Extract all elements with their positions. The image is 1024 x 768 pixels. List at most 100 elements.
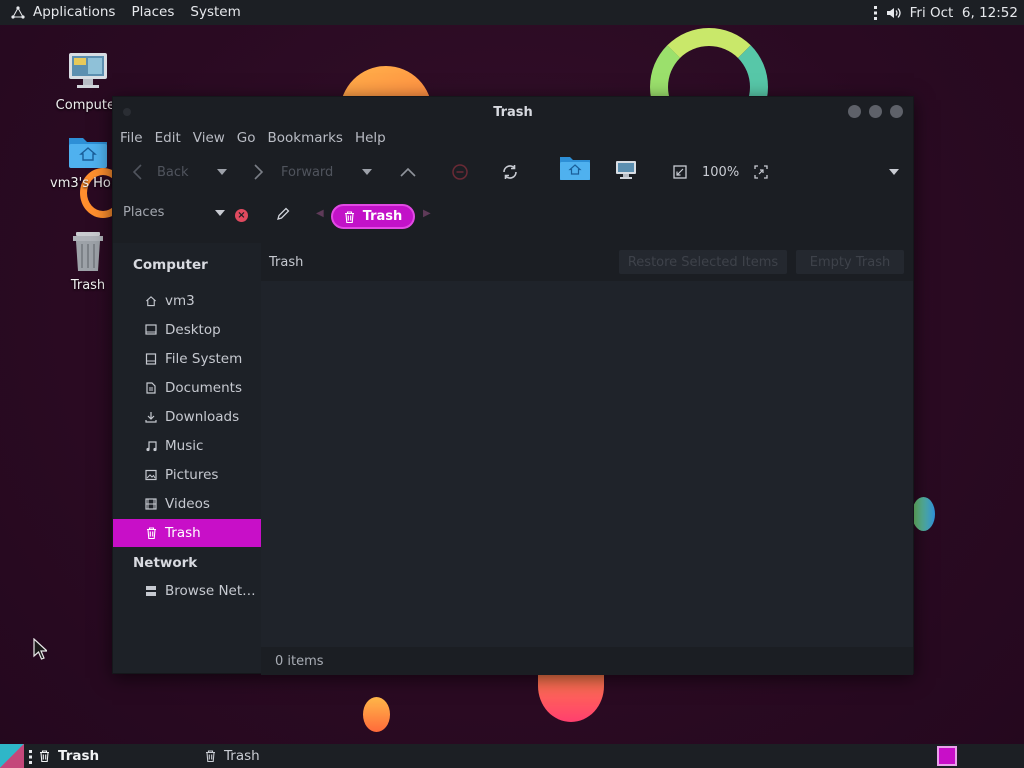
sidebar-item-videos[interactable]: Videos xyxy=(113,490,261,518)
menu-help[interactable]: Help xyxy=(349,130,392,146)
window-title: Trash xyxy=(493,104,533,120)
system-tray: Fri Oct 6, 12:52 xyxy=(873,0,1018,25)
stop-button[interactable] xyxy=(451,161,469,183)
empty-trash-button[interactable]: Empty Trash xyxy=(796,250,904,274)
minimize-button[interactable] xyxy=(848,105,861,118)
zoom-level[interactable]: 100% xyxy=(702,161,739,183)
file-view[interactable] xyxy=(261,281,913,647)
crumb-scroll-left[interactable]: ◀ xyxy=(316,208,324,219)
app-launcher-icon xyxy=(10,5,26,21)
clock[interactable]: Fri Oct 6, 12:52 xyxy=(910,5,1018,21)
menu-file[interactable]: File xyxy=(114,130,149,146)
volume-icon[interactable] xyxy=(886,5,902,21)
system-menu[interactable]: System xyxy=(182,0,248,25)
sidebar-item-label: Downloads xyxy=(165,409,240,425)
trash-icon xyxy=(145,527,157,539)
titlebar[interactable]: Trash xyxy=(113,97,913,127)
home-button[interactable] xyxy=(559,157,591,180)
forward-history-dropdown[interactable] xyxy=(361,161,373,183)
task-label: Trash xyxy=(224,748,260,764)
back-history-dropdown[interactable] xyxy=(216,161,228,183)
up-button[interactable] xyxy=(399,161,417,183)
toolbar: Back Forward 100% xyxy=(113,149,913,195)
maximize-button[interactable] xyxy=(869,105,882,118)
sidebar-item-label: Documents xyxy=(165,380,242,396)
sidebar: Computer vm3 Desktop File System Documen… xyxy=(113,243,261,673)
bottom-panel: Trash Trash xyxy=(0,744,1024,768)
forward-button[interactable]: Forward xyxy=(253,161,333,183)
forward-label: Forward xyxy=(281,164,334,180)
sidebar-item-browse-network[interactable]: Browse Net… xyxy=(113,577,261,605)
forward-arrow-icon xyxy=(254,164,264,180)
trash-icon xyxy=(344,210,354,223)
crumb-scroll-right[interactable]: ▶ xyxy=(423,208,431,219)
sidebar-item-desktop[interactable]: Desktop xyxy=(113,316,261,344)
chevron-down-icon xyxy=(362,169,372,175)
trash-icon xyxy=(206,750,215,762)
restore-selected-button[interactable]: Restore Selected Items xyxy=(619,250,787,274)
decor-small-orb xyxy=(363,697,390,732)
sidebar-item-trash[interactable]: Trash xyxy=(113,519,261,547)
menu-bookmarks[interactable]: Bookmarks xyxy=(262,130,349,146)
mouse-pointer-icon xyxy=(33,638,47,660)
sidebar-item-label: File System xyxy=(165,351,243,367)
trash-icon xyxy=(73,232,103,271)
window-menu-dot[interactable] xyxy=(123,108,131,116)
file-manager-window: Trash File Edit View Go Bookmarks Help B… xyxy=(112,96,914,675)
sidebar-item-documents[interactable]: Documents xyxy=(113,374,261,402)
sidebar-item-label: Trash xyxy=(165,525,201,541)
places-combo[interactable]: Places xyxy=(123,205,226,220)
top-panel: Applications Places System Fri Oct 6, 12… xyxy=(0,0,1024,25)
network-icon xyxy=(145,585,157,597)
zoom-out-button[interactable] xyxy=(673,161,687,183)
trash-icon xyxy=(40,750,49,762)
workspace-switcher[interactable] xyxy=(937,746,957,766)
back-button[interactable]: Back xyxy=(131,161,189,183)
download-icon xyxy=(145,411,157,423)
menubar: File Edit View Go Bookmarks Help xyxy=(113,127,913,149)
sidebar-item-label: Music xyxy=(165,438,204,454)
location-bar: Places × ◀ Trash ▶ xyxy=(113,195,913,235)
places-combo-label: Places xyxy=(123,205,165,220)
task-label: Trash xyxy=(58,748,100,764)
menu-edit[interactable]: Edit xyxy=(149,130,187,146)
home-folder-icon xyxy=(69,138,107,168)
task-trash[interactable]: Trash xyxy=(205,744,260,768)
sidebar-item-label: Pictures xyxy=(165,467,219,483)
documents-icon xyxy=(145,382,157,394)
sidebar-heading-network: Network xyxy=(133,555,198,571)
show-desktop-button[interactable] xyxy=(0,744,24,768)
reload-button[interactable] xyxy=(501,161,519,183)
zoom-in-button[interactable] xyxy=(754,161,768,183)
desktop-icon xyxy=(145,324,157,336)
reload-icon xyxy=(503,165,517,179)
tray-handle-icon[interactable] xyxy=(873,5,878,21)
places-menu[interactable]: Places xyxy=(123,0,182,25)
close-button[interactable] xyxy=(890,105,903,118)
sidebar-item-downloads[interactable]: Downloads xyxy=(113,403,261,431)
computer-button[interactable] xyxy=(615,159,637,181)
zoom-normal-icon xyxy=(673,165,687,179)
edit-location-button[interactable] xyxy=(276,207,290,225)
sidebar-item-file-system[interactable]: File System xyxy=(113,345,261,373)
task-trash-active[interactable]: Trash xyxy=(39,744,99,768)
menu-view[interactable]: View xyxy=(187,130,231,146)
sidebar-item-music[interactable]: Music xyxy=(113,432,261,460)
menu-go[interactable]: Go xyxy=(231,130,262,146)
trash-info-bar: Trash Restore Selected Items Empty Trash xyxy=(261,243,913,281)
music-icon xyxy=(145,440,157,452)
sidebar-item-vm3[interactable]: vm3 xyxy=(113,287,261,315)
back-arrow-icon xyxy=(132,164,142,180)
videos-icon xyxy=(145,498,157,510)
statusbar: 0 items xyxy=(261,647,913,675)
sidebar-item-pictures[interactable]: Pictures xyxy=(113,461,261,489)
toolbar-overflow-dropdown[interactable] xyxy=(888,161,900,183)
taskbar-handle-icon[interactable] xyxy=(29,749,33,768)
applications-menu[interactable]: Applications xyxy=(0,0,123,25)
computer-icon xyxy=(616,161,636,179)
applications-label: Applications xyxy=(33,4,116,20)
sidebar-item-label: vm3 xyxy=(165,293,195,309)
breadcrumb-trash[interactable]: Trash xyxy=(331,204,415,229)
close-sidebar-button[interactable]: × xyxy=(235,209,248,222)
pictures-icon xyxy=(145,469,157,481)
